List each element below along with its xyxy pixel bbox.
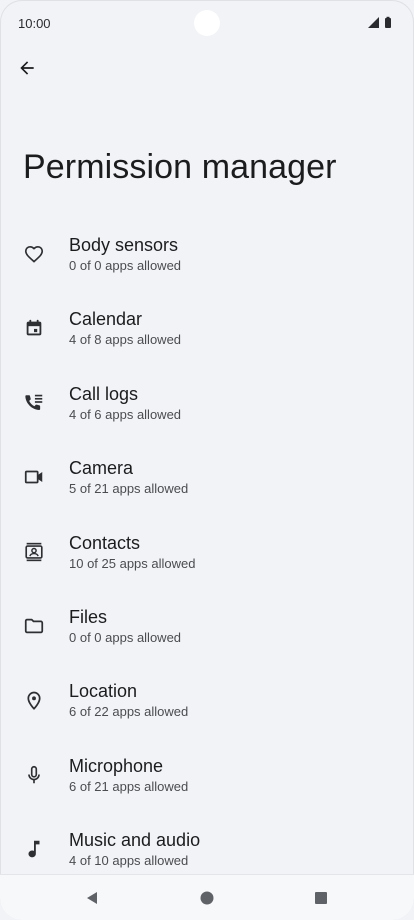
item-summary: 0 of 0 apps allowed: [69, 629, 182, 645]
music-note-icon: [22, 837, 46, 861]
list-item-contacts[interactable]: Contacts 10 of 25 apps allowed: [0, 522, 414, 596]
nav-back-button[interactable]: [82, 888, 102, 908]
list-item-camera[interactable]: Camera 5 of 21 apps allowed: [0, 447, 414, 521]
microphone-icon: [22, 763, 46, 787]
item-title: Music and audio: [69, 830, 201, 851]
phone-screen: 10:00 Permission manager Body sensors 0 …: [0, 0, 414, 920]
nav-recents-button[interactable]: [311, 888, 331, 908]
calendar-icon: [22, 316, 46, 340]
item-summary: 4 of 10 apps allowed: [69, 853, 189, 869]
list-item-calendar[interactable]: Calendar 4 of 8 apps allowed: [0, 298, 414, 372]
item-title: Camera: [69, 458, 134, 479]
status-icons: [366, 16, 396, 30]
item-summary: 10 of 25 apps allowed: [69, 555, 196, 571]
list-item-body-sensors[interactable]: Body sensors 0 of 0 apps allowed: [0, 224, 414, 298]
permission-list: Body sensors 0 of 0 apps allowed Calenda…: [0, 224, 414, 894]
item-title: Body sensors: [69, 235, 179, 255]
signal-icon: [368, 17, 379, 28]
arrow-back-icon: [20, 61, 34, 75]
status-time: 10:00: [18, 16, 51, 31]
item-title: Contacts: [69, 532, 141, 553]
call-log-icon: [22, 391, 46, 415]
page-title: Permission manager: [23, 148, 337, 186]
navigation-bar: [0, 874, 414, 920]
nav-back-triangle-icon: [87, 892, 97, 904]
item-title: Files: [69, 606, 108, 627]
item-summary: 5 of 21 apps allowed: [69, 481, 189, 497]
list-item-location[interactable]: Location 6 of 22 apps allowed: [0, 670, 414, 744]
status-bar: 10:00: [0, 0, 414, 46]
battery-icon: [385, 16, 391, 28]
nav-home-button[interactable]: [197, 888, 217, 908]
contacts-icon: [22, 540, 46, 564]
item-title: Location: [69, 681, 138, 702]
heart-icon: [22, 242, 46, 266]
item-summary: 4 of 6 apps allowed: [69, 406, 182, 422]
item-summary: 0 of 0 apps allowed: [69, 258, 182, 273]
item-title: Microphone: [69, 755, 164, 776]
item-summary: 4 of 8 apps allowed: [69, 332, 182, 348]
nav-home-circle-icon: [200, 891, 214, 905]
folder-icon: [22, 614, 46, 638]
location-pin-icon: [22, 688, 46, 712]
item-title: Calendar: [69, 309, 143, 330]
back-button[interactable]: [12, 54, 42, 82]
item-summary: 6 of 22 apps allowed: [69, 704, 189, 720]
list-item-files[interactable]: Files 0 of 0 apps allowed: [0, 596, 414, 670]
camera-cutout: [194, 10, 220, 36]
item-title: Call logs: [69, 383, 139, 404]
list-item-call-logs[interactable]: Call logs 4 of 6 apps allowed: [0, 373, 414, 447]
camera-icon: [22, 465, 46, 489]
list-item-microphone[interactable]: Microphone 6 of 21 apps allowed: [0, 745, 414, 819]
item-summary: 6 of 21 apps allowed: [69, 778, 189, 794]
nav-recents-square-icon: [315, 892, 327, 904]
